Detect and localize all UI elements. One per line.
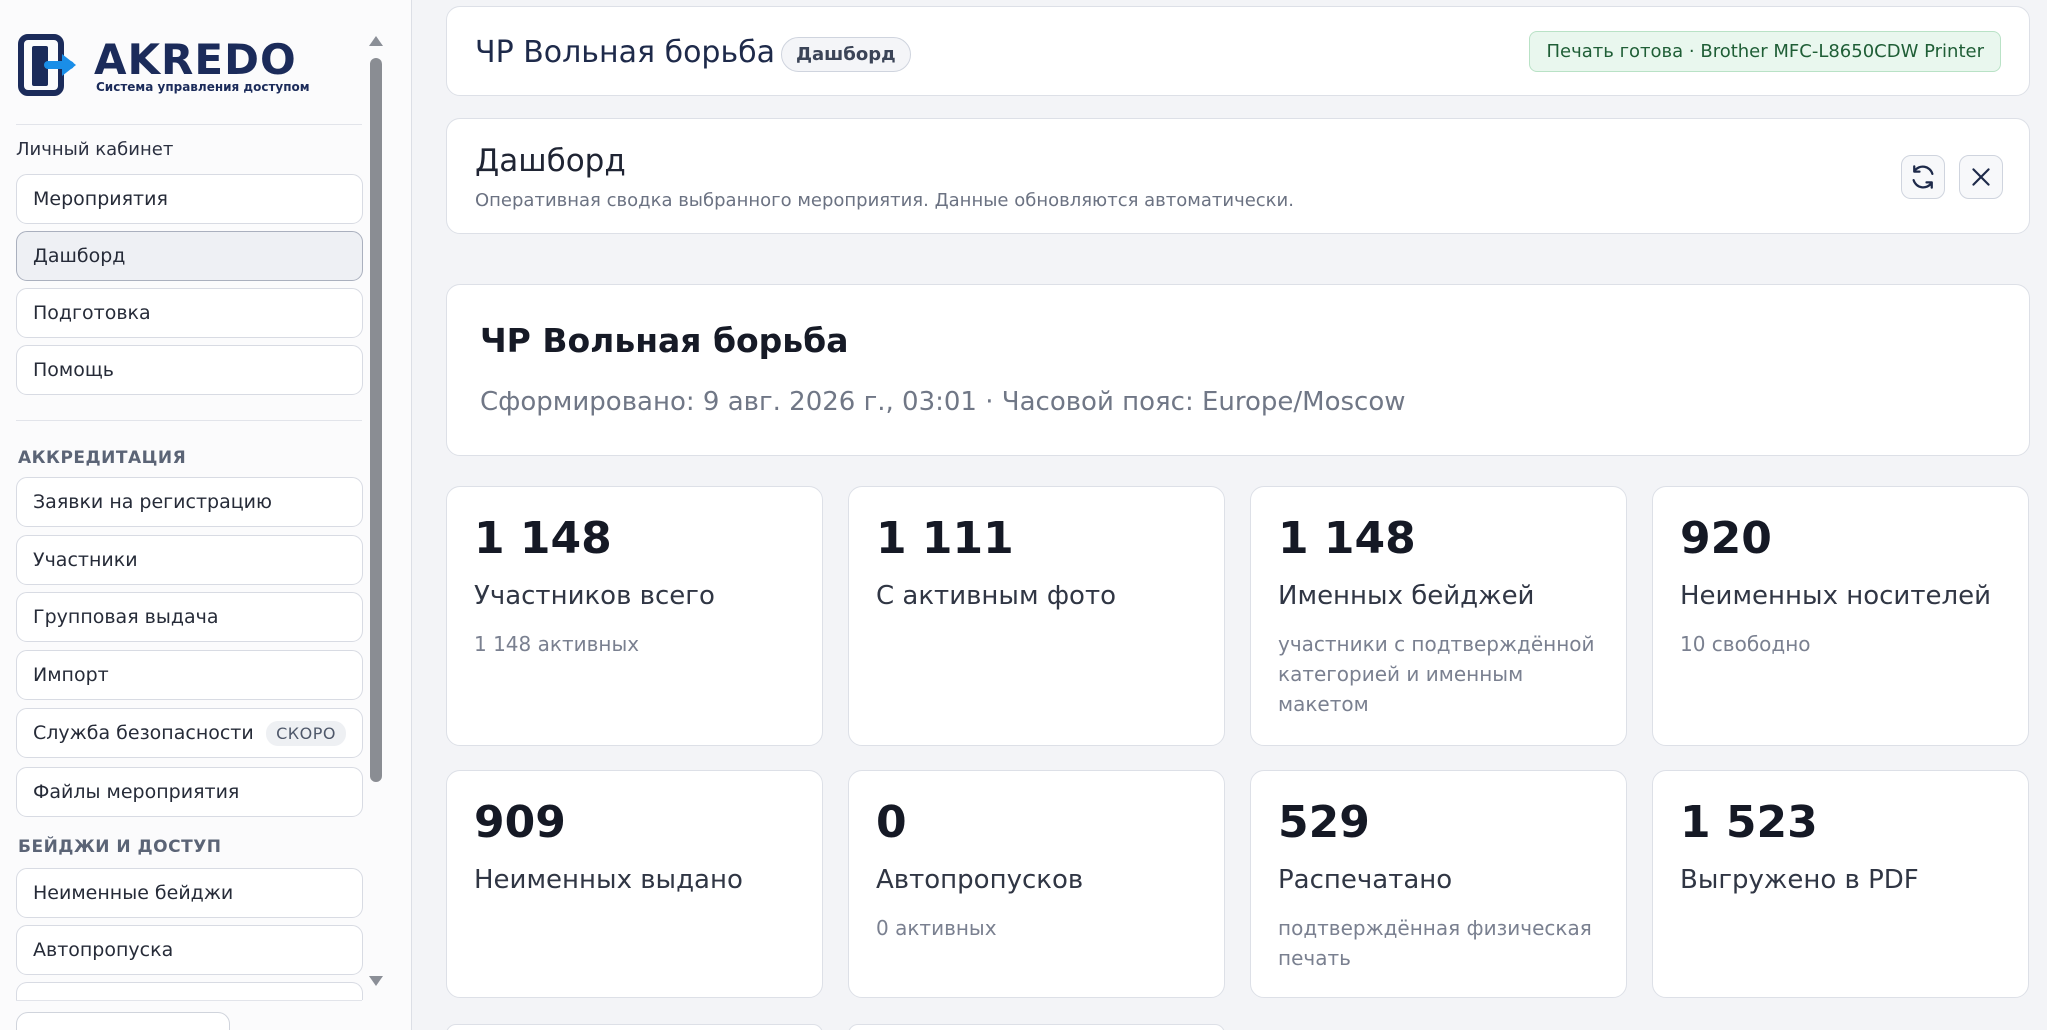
sidebar-item-preparation[interactable]: Подготовка bbox=[16, 288, 363, 338]
logo-tagline: Система управления доступом bbox=[96, 80, 310, 94]
stat-value: 1 148 bbox=[1278, 513, 1416, 564]
stat-value: 0 bbox=[876, 797, 907, 848]
sidebar-item-label: Участники bbox=[33, 549, 138, 571]
stat-value: 1 523 bbox=[1680, 797, 1818, 848]
view-pill: Дашборд bbox=[781, 37, 911, 72]
stat-label: Выгружено в PDF bbox=[1680, 865, 1919, 895]
sidebar-item-participants[interactable]: Участники bbox=[16, 535, 363, 585]
event-title: ЧР Вольная борьба bbox=[480, 321, 849, 360]
stat-label: Распечатано bbox=[1278, 865, 1453, 895]
sidebar-section-accreditation: АККРЕДИТАЦИЯ bbox=[18, 448, 187, 468]
stat-note: 1 148 активных bbox=[474, 632, 640, 656]
sidebar-item-label: Мероприятия bbox=[33, 188, 168, 210]
sidebar-item-security-service[interactable]: Служба безопасности СКОРО bbox=[16, 708, 363, 758]
sidebar-item-event-files[interactable]: Файлы мероприятия bbox=[16, 767, 363, 817]
stat-card-auto-passes: 0 Автопропусков 0 активных bbox=[848, 770, 1225, 998]
event-generated-meta: Сформировано: 9 авг. 2026 г., 03:01 · Ча… bbox=[480, 387, 1406, 417]
sidebar-item-label: Групповая выдача bbox=[33, 606, 219, 628]
stat-label: Неименных носителей bbox=[1680, 581, 1991, 611]
sidebar-personal-label: Личный кабинет bbox=[16, 139, 174, 160]
close-icon bbox=[1972, 168, 1990, 186]
sidebar-item-label: Неименные бейджи bbox=[33, 882, 234, 904]
stat-value: 529 bbox=[1278, 797, 1370, 848]
sidebar-divider bbox=[16, 1000, 362, 1001]
stat-label: Автопропусков bbox=[876, 865, 1084, 895]
stat-card-exported-pdf: 1 523 Выгружено в PDF bbox=[1652, 770, 2029, 998]
stat-value: 909 bbox=[474, 797, 566, 848]
sidebar-item-label: Заявки на регистрацию bbox=[33, 491, 272, 513]
app-logo[interactable]: AKREDO Система управления доступом bbox=[18, 34, 310, 98]
sidebar-item-label: Подготовка bbox=[33, 302, 151, 324]
sidebar-item-registration-requests[interactable]: Заявки на регистрацию bbox=[16, 477, 363, 527]
sidebar-item-group-issue[interactable]: Групповая выдача bbox=[16, 592, 363, 642]
stat-note: 0 активных bbox=[876, 916, 997, 940]
logo-door-icon bbox=[18, 34, 76, 96]
printer-status-badge: Печать готова · Brother MFC-L8650CDW Pri… bbox=[1529, 31, 2001, 72]
sidebar-item-label: Автопропуска bbox=[33, 939, 174, 961]
sidebar-item-anonymous-badges[interactable]: Неименные бейджи bbox=[16, 868, 363, 918]
page-subtitle: Оперативная сводка выбранного мероприяти… bbox=[475, 190, 1294, 211]
sidebar-item-label: Дашборд bbox=[33, 245, 126, 267]
sidebar-item-events[interactable]: Мероприятия bbox=[16, 174, 363, 224]
sidebar-item-label: Служба безопасности bbox=[33, 722, 254, 744]
sidebar-scrollbar[interactable] bbox=[368, 32, 384, 992]
stat-card-printed: 529 Распечатано подтверждённая физическа… bbox=[1250, 770, 1627, 998]
logo-title: AKREDO bbox=[94, 35, 297, 84]
stat-note: подтверждённая физическая печать bbox=[1278, 916, 1592, 970]
stat-card-active-photo: 1 111 С активным фото bbox=[848, 486, 1225, 746]
sidebar-footer-button[interactable] bbox=[16, 1012, 230, 1030]
sidebar: AKREDO Система управления доступом Личны… bbox=[0, 0, 412, 1030]
scrollbar-thumb[interactable] bbox=[370, 58, 382, 782]
sidebar-item-label: Импорт bbox=[33, 664, 109, 686]
close-button[interactable] bbox=[1959, 155, 2003, 199]
stat-card-named-badges: 1 148 Именных бейджей участники с подтве… bbox=[1250, 486, 1627, 746]
stat-value: 920 bbox=[1680, 513, 1772, 564]
stat-label: Участников всего bbox=[474, 581, 715, 611]
scroll-down-arrow-icon[interactable] bbox=[369, 976, 383, 986]
page-title: Дашборд bbox=[475, 143, 626, 179]
stat-label: С активным фото bbox=[876, 581, 1117, 611]
sidebar-item-label: Помощь bbox=[33, 359, 114, 381]
sidebar-item-auto-passes[interactable]: Автопропуска bbox=[16, 925, 363, 975]
stat-note: участники с подтверждённой категорией и … bbox=[1278, 632, 1595, 716]
current-event-title: ЧР Вольная борьба bbox=[475, 35, 776, 70]
stat-value: 1 148 bbox=[474, 513, 612, 564]
dashboard-header: Дашборд Оперативная сводка выбранного ме… bbox=[446, 118, 2030, 234]
sidebar-item-dashboard[interactable]: Дашборд bbox=[16, 231, 363, 281]
stat-card-anonymous-issued: 909 Неименных выдано bbox=[446, 770, 823, 998]
soon-badge: СКОРО bbox=[266, 720, 346, 746]
sidebar-item-label: Файлы мероприятия bbox=[33, 781, 240, 803]
stat-card-partial bbox=[446, 1024, 823, 1030]
sidebar-divider bbox=[16, 124, 362, 125]
refresh-button[interactable] bbox=[1901, 155, 1945, 199]
top-bar: ЧР Вольная борьба Дашборд Печать готова … bbox=[446, 6, 2030, 96]
stat-note: 10 свободно bbox=[1680, 632, 1811, 656]
stat-card-anonymous-carriers: 920 Неименных носителей 10 свободно bbox=[1652, 486, 2029, 746]
event-summary-card: ЧР Вольная борьба Сформировано: 9 авг. 2… bbox=[446, 284, 2030, 456]
sidebar-item-help[interactable]: Помощь bbox=[16, 345, 363, 395]
stat-card-partial bbox=[848, 1024, 1225, 1030]
stat-label: Неименных выдано bbox=[474, 865, 743, 895]
refresh-icon bbox=[1912, 165, 1934, 189]
sidebar-section-badges-access: БЕЙДЖИ И ДОСТУП bbox=[18, 837, 222, 857]
sidebar-item-import[interactable]: Импорт bbox=[16, 650, 363, 700]
stat-label: Именных бейджей bbox=[1278, 581, 1535, 611]
stat-value: 1 111 bbox=[876, 513, 1014, 564]
sidebar-item-partial[interactable] bbox=[16, 982, 363, 1000]
scroll-up-arrow-icon[interactable] bbox=[369, 36, 383, 46]
stat-card-participants-total: 1 148 Участников всего 1 148 активных bbox=[446, 486, 823, 746]
sidebar-divider bbox=[16, 420, 362, 421]
